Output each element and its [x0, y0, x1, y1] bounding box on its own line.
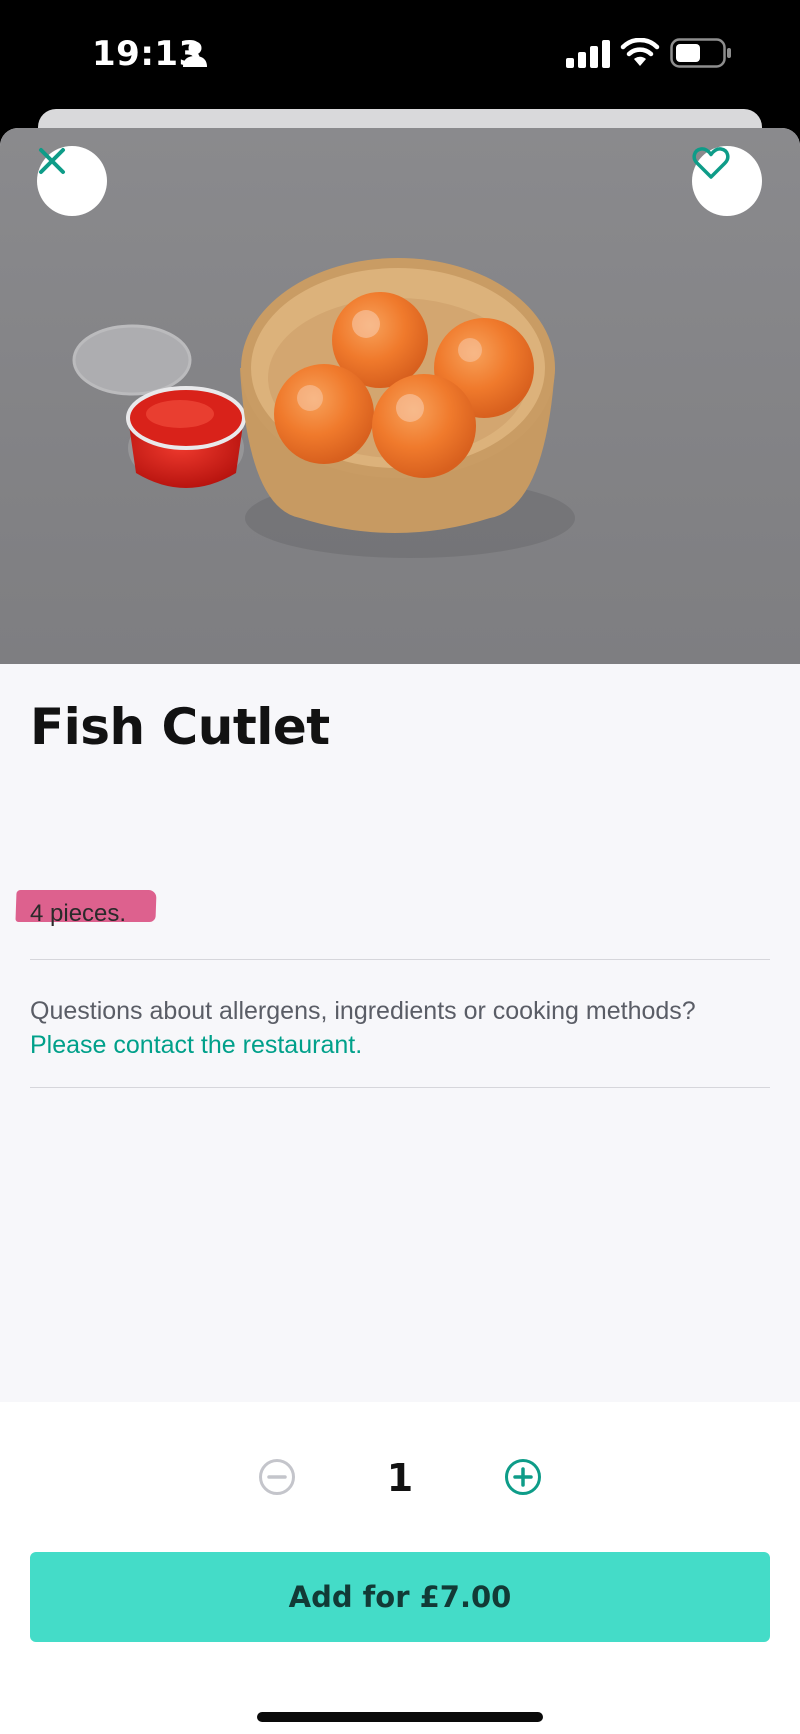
battery-icon: [670, 38, 731, 68]
status-bar: 19:13: [0, 0, 800, 110]
item-title: Fish Cutlet: [30, 698, 330, 756]
item-image: [0, 128, 800, 664]
close-button[interactable]: [37, 146, 107, 216]
heart-icon: [692, 147, 730, 179]
minus-circle-icon[interactable]: [258, 1458, 296, 1496]
close-icon: [39, 148, 65, 174]
contact-restaurant-link[interactable]: Please contact the restaurant.: [30, 1028, 362, 1062]
quantity-value: 1: [386, 1456, 414, 1500]
cellular-signal-icon: [566, 40, 610, 68]
allergen-question: Questions about allergens, ingredients o…: [30, 997, 696, 1025]
plus-circle-icon[interactable]: [504, 1458, 542, 1496]
divider: [30, 1087, 770, 1088]
home-indicator: [257, 1712, 543, 1722]
wifi-icon: [620, 38, 660, 66]
person-icon: [183, 41, 207, 67]
divider: [30, 959, 770, 960]
item-description: 4 pieces.: [30, 900, 127, 927]
add-to-basket-button[interactable]: Add for £7.00: [30, 1552, 770, 1642]
add-to-basket-panel: 1 Add for £7.00: [0, 1402, 800, 1734]
favorite-button[interactable]: [692, 146, 762, 216]
